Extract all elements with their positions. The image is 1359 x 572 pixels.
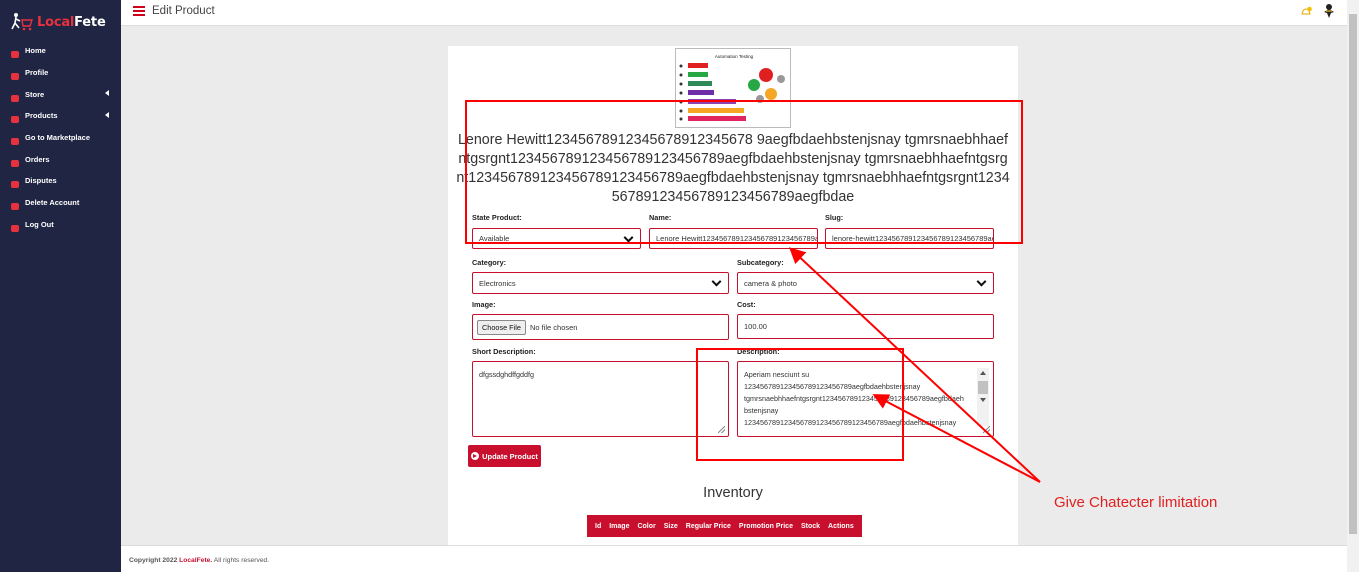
inventory-column-header[interactable]: Stock <box>797 523 824 530</box>
image-file-input[interactable]: Choose File No file chosen <box>472 314 729 340</box>
cost-label: Cost: <box>737 300 756 309</box>
user-avatar-icon[interactable] <box>1321 3 1337 19</box>
store-icon <box>10 90 20 102</box>
sidebar-item-label: Log Out <box>25 219 54 229</box>
image-label: Image: <box>472 300 496 309</box>
annotation-box-description <box>696 348 904 461</box>
category-value: Electronics <box>479 278 516 288</box>
sidebar-item-label: Orders <box>25 154 50 164</box>
short-description-value: dfgssdghdffgddfg <box>479 370 535 379</box>
disputes-icon <box>10 176 20 189</box>
play-circle-icon <box>471 452 480 460</box>
page-title: Edit Product <box>152 5 215 17</box>
sidebar-item-label: Products <box>25 111 58 121</box>
sidebar-item-profile[interactable]: Profile <box>0 62 121 84</box>
cart-icon <box>10 155 20 167</box>
subcategory-label: Subcategory: <box>737 258 784 267</box>
scroll-down-icon <box>980 398 986 402</box>
chevron-down-icon <box>976 276 987 287</box>
file-status-text: No file chosen <box>529 322 578 332</box>
sidebar-item-orders[interactable]: Orders <box>0 148 121 170</box>
brand-logo[interactable]: LocalFete <box>10 12 106 32</box>
inventory-column-header[interactable]: Regular Price <box>682 523 735 530</box>
update-product-button[interactable]: Update Product <box>468 445 541 467</box>
sidebar-item-label: Home <box>25 46 46 56</box>
sidebar-item-delete-account[interactable]: Delete Account <box>0 192 121 214</box>
sidebar-item-label: Go to Marketplace <box>25 133 91 143</box>
short-description-label: Short Description: <box>472 347 536 356</box>
inventory-column-header[interactable]: Image <box>605 523 633 530</box>
user-icon <box>10 68 20 81</box>
sidebar-item-log-out[interactable]: Log Out <box>0 214 121 236</box>
page-scrollbar[interactable] <box>1347 0 1359 572</box>
sidebar-item-disputes[interactable]: Disputes <box>0 170 121 192</box>
scroll-up-icon <box>980 371 986 375</box>
sidebar-item-label: Store <box>25 89 45 99</box>
textarea-scrollbar[interactable] <box>977 368 989 426</box>
products-icon <box>10 111 20 124</box>
subcategory-select[interactable]: camera & photo <box>737 272 994 294</box>
runner-cart-icon <box>11 13 33 31</box>
sidebar-item-home[interactable]: Home <box>0 40 121 62</box>
sidebar-item-label: Profile <box>25 68 49 78</box>
cost-input[interactable]: 100.00 <box>737 314 994 339</box>
chevron-left-icon <box>105 112 109 119</box>
sidebar-item-label: Delete Account <box>25 198 80 208</box>
logout-icon <box>10 220 20 232</box>
sidebar-item-label: Disputes <box>25 176 57 186</box>
category-select[interactable]: Electronics <box>472 272 729 294</box>
annotation-box-title <box>465 100 1023 244</box>
inventory-column-header[interactable]: Size <box>660 523 682 530</box>
inventory-column-header[interactable]: Id <box>591 523 605 530</box>
marketplace-icon <box>10 133 20 146</box>
delete-account-icon <box>10 198 20 211</box>
logo-text: LocalFete <box>37 14 106 30</box>
choose-file-button[interactable]: Choose File <box>477 319 526 335</box>
dashboard-icon <box>10 46 20 59</box>
update-product-label: Update Product <box>482 451 538 461</box>
short-description-textarea[interactable]: dfgssdghdffgddfg <box>472 361 729 437</box>
sidebar-item-store[interactable]: Store <box>0 83 121 105</box>
inventory-column-header[interactable]: Actions <box>824 523 858 530</box>
chevron-down-icon <box>711 276 722 287</box>
chevron-left-icon <box>105 90 109 97</box>
sidebar-item-products[interactable]: Products <box>0 105 121 127</box>
footer-copyright: Copyright 2022 LocalFete. All rights res… <box>129 557 270 564</box>
inventory-title: Inventory <box>703 485 763 501</box>
notification-bell-icon[interactable] <box>1300 6 1312 17</box>
inventory-column-header[interactable]: Color <box>633 523 659 530</box>
hamburger-menu-icon[interactable] <box>133 6 145 16</box>
footer-brand-link[interactable]: LocalFete. <box>179 557 212 564</box>
svg-text:Automation Testing: Automation Testing <box>715 54 754 59</box>
sidebar: LocalFete Home Profile Store Products Go to … <box>0 0 121 572</box>
inventory-table-header: Id Image Color Size Regular Price Promotion P… <box>587 515 862 537</box>
sidebar-nav: Home Profile Store Products Go to Marketplac… <box>0 40 121 235</box>
resize-handle-icon[interactable] <box>983 426 990 433</box>
category-label: Category: <box>472 258 507 267</box>
sidebar-item-go-to-marketplace[interactable]: Go to Marketplace <box>0 127 121 149</box>
top-bar: Edit Product <box>121 0 1347 26</box>
inventory-column-header[interactable]: Promotion Price <box>735 523 797 530</box>
footer: Copyright 2022 LocalFete. All rights res… <box>121 545 1347 572</box>
subcategory-value: camera & photo <box>744 278 797 288</box>
annotation-note: Give Chatecter limitation <box>1054 494 1218 511</box>
